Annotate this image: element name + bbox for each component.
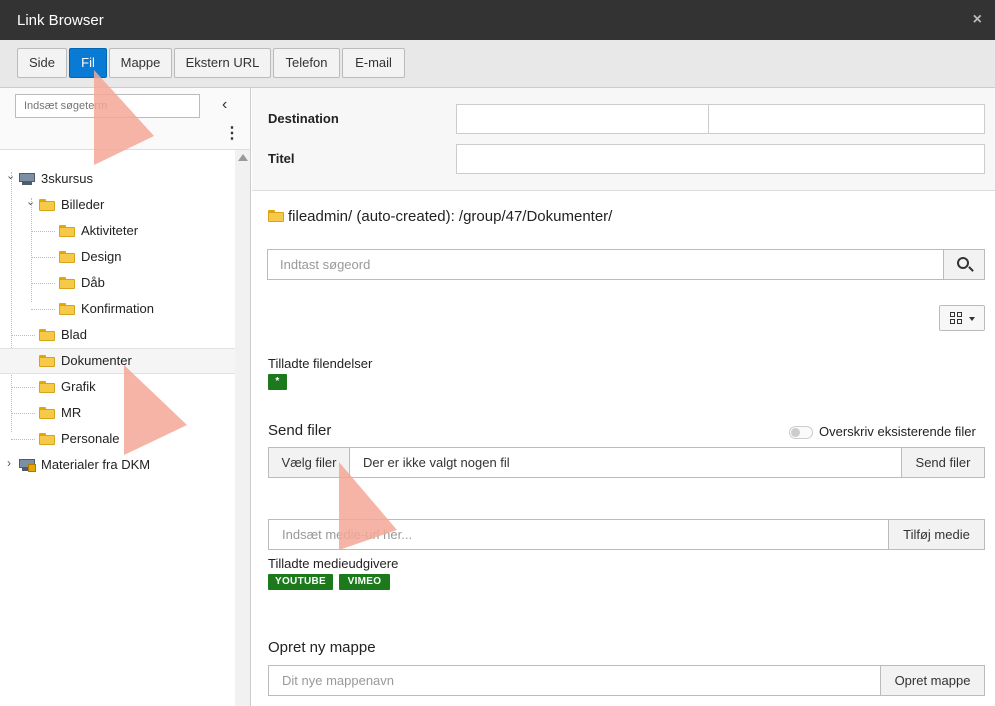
- search-button[interactable]: [943, 249, 985, 280]
- tree-menu-icon[interactable]: ⋮: [224, 126, 240, 142]
- folder-icon: [39, 199, 55, 211]
- destination-section: Destination Titel: [252, 88, 995, 191]
- tree-node-label: Dåb: [81, 275, 105, 290]
- tree-node-billeder[interactable]: ⌄ Billeder: [0, 192, 235, 218]
- folder-icon: [39, 329, 55, 341]
- tab-telefon[interactable]: Telefon: [273, 48, 340, 78]
- tree-node-daab[interactable]: Dåb: [0, 270, 235, 296]
- tab-mappe[interactable]: Mappe: [109, 48, 172, 78]
- new-folder-group: Dit nye mappenavn Opret mappe: [268, 665, 985, 696]
- tree-search-input[interactable]: [15, 94, 200, 118]
- upload-section-title: Send filer: [268, 422, 332, 439]
- allowed-extensions-label: Tilladte filendelser: [268, 356, 373, 371]
- tree-node-label: Materialer fra DKM: [41, 457, 151, 472]
- folder-tree: ⌄ 3skursus ⌄ Billeder Aktiviteter Design…: [0, 150, 235, 706]
- destination-input[interactable]: [456, 104, 709, 134]
- tree-node-konfirmation[interactable]: Konfirmation: [0, 296, 235, 322]
- create-folder-button[interactable]: Opret mappe: [880, 665, 985, 696]
- destination-label: Destination: [268, 111, 339, 126]
- chevron-right-icon[interactable]: ›: [7, 456, 11, 470]
- tree-node-label: Design: [81, 249, 122, 264]
- chevron-down-icon[interactable]: ⌄: [6, 169, 15, 182]
- folder-icon: [59, 225, 75, 237]
- folder-icon: [39, 355, 55, 367]
- close-icon[interactable]: ×: [973, 11, 982, 29]
- add-media-button[interactable]: Tilføj medie: [888, 519, 985, 550]
- tree-node-label: Personale: [61, 431, 120, 446]
- folder-icon: [39, 407, 55, 419]
- tree-node-design[interactable]: Design: [0, 244, 235, 270]
- tree-node-label: Dokumenter: [61, 353, 132, 368]
- tree-node-personale[interactable]: Personale: [0, 426, 235, 452]
- tree-scrollbar[interactable]: [235, 150, 250, 706]
- file-search-input[interactable]: Indtast søgeord: [267, 249, 944, 280]
- tree-node-label: Grafik: [61, 379, 96, 394]
- title-label: Titel: [268, 151, 295, 166]
- tree-node-label: Billeder: [61, 197, 105, 212]
- tree-node-blad[interactable]: Blad: [0, 322, 235, 348]
- selected-file-name: Der er ikke valgt nogen fil: [349, 447, 902, 478]
- tab-fil[interactable]: Fil: [69, 48, 107, 78]
- folder-icon: [39, 433, 55, 445]
- current-path-text: fileadmin/ (auto-created): /group/47/Dok…: [288, 208, 613, 225]
- overwrite-toggle[interactable]: [789, 426, 813, 439]
- tree-node-label: Konfirmation: [81, 301, 154, 316]
- tree-node-aktiviteter[interactable]: Aktiviteter: [0, 218, 235, 244]
- locked-mount-icon: [19, 458, 36, 472]
- folder-icon: [59, 251, 75, 263]
- tree-node-grafik[interactable]: Grafik: [0, 374, 235, 400]
- file-search: Indtast søgeord: [267, 249, 985, 280]
- collapse-sidebar-icon[interactable]: ‹: [222, 96, 227, 114]
- tree-node-label: Blad: [61, 327, 88, 342]
- tree-node-label: MR: [61, 405, 82, 420]
- link-type-tabs: Side Fil Mappe Ekstern URL Telefon E-mai…: [0, 40, 995, 88]
- modal-title: Link Browser: [17, 12, 104, 29]
- tab-email[interactable]: E-mail: [342, 48, 405, 78]
- folder-icon: [39, 381, 55, 393]
- extension-badge: *: [268, 374, 287, 390]
- title-input[interactable]: [456, 144, 985, 174]
- tree-node-label: 3skursus: [41, 171, 94, 186]
- folder-icon: [59, 303, 75, 315]
- modal-header: Link Browser ×: [0, 0, 995, 40]
- send-files-button[interactable]: Send filer: [901, 447, 985, 478]
- storage-mount-icon: [19, 172, 35, 186]
- file-browser-panel: Destination Titel fileadmin/ (auto-creat…: [252, 88, 995, 706]
- grid-view-icon: [950, 312, 955, 317]
- tree-node-mr[interactable]: MR: [0, 400, 235, 426]
- destination-target-select[interactable]: [708, 104, 985, 134]
- tree-node-materialer-fra-dkm[interactable]: › Materialer fra DKM: [0, 452, 235, 478]
- provider-badge-vimeo: VIMEO: [339, 574, 390, 590]
- provider-badge-youtube: YOUTUBE: [268, 574, 333, 590]
- media-url-input[interactable]: Indsæt medie-url her...: [268, 519, 889, 550]
- scroll-up-icon[interactable]: [238, 154, 248, 161]
- tree-node-label: Aktiviteter: [81, 223, 139, 238]
- media-providers-label: Tilladte medieudgivere: [268, 556, 399, 571]
- chevron-down-icon[interactable]: ⌄: [26, 195, 35, 208]
- folder-icon: [59, 277, 75, 289]
- folder-tree-panel: ‹ ⋮ ⌄ 3skursus ⌄ Billeder Aktiviteter: [0, 88, 251, 706]
- tree-node-3skursus[interactable]: ⌄ 3skursus: [0, 166, 235, 192]
- choose-files-button[interactable]: Vælg filer: [268, 447, 350, 478]
- tab-ekstern-url[interactable]: Ekstern URL: [174, 48, 271, 78]
- view-mode-dropdown[interactable]: [939, 305, 985, 331]
- caret-down-icon: [969, 317, 975, 321]
- overwrite-label: Overskriv eksisterende filer: [819, 424, 976, 439]
- new-folder-section-title: Opret ny mappe: [268, 639, 376, 656]
- file-upload-group: Vælg filer Der er ikke valgt nogen fil S…: [268, 447, 985, 478]
- new-folder-name-input[interactable]: Dit nye mappenavn: [268, 665, 881, 696]
- tab-side[interactable]: Side: [17, 48, 67, 78]
- folder-icon: [268, 210, 284, 222]
- tree-node-dokumenter[interactable]: Dokumenter: [0, 348, 235, 374]
- media-url-group: Indsæt medie-url her... Tilføj medie: [268, 519, 985, 550]
